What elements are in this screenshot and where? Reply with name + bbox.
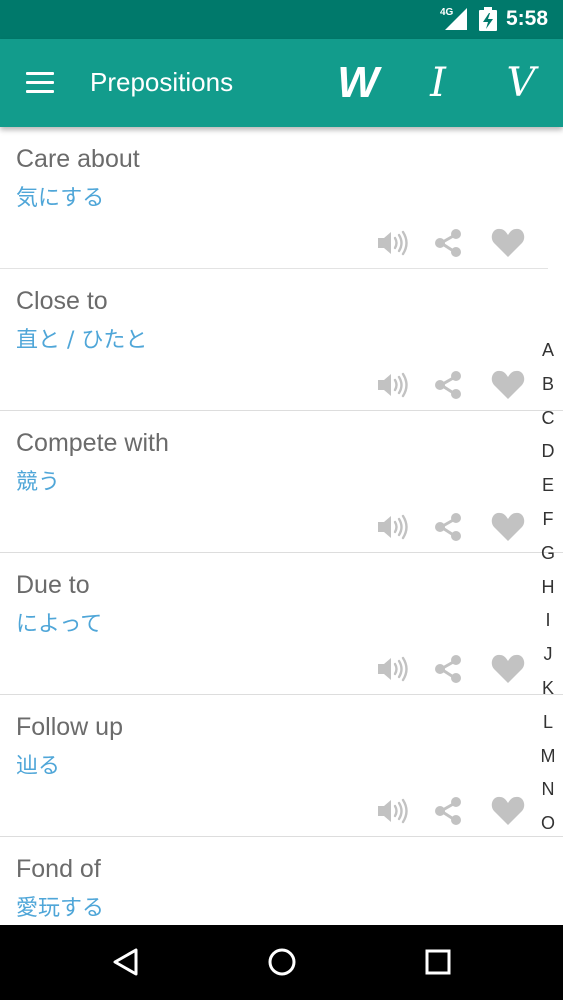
page-title: Prepositions xyxy=(90,67,234,97)
index-letter[interactable]: F xyxy=(530,503,563,537)
word-title: Close to xyxy=(16,287,108,315)
index-letter[interactable]: P xyxy=(530,841,563,850)
word-title: Care about xyxy=(16,145,140,173)
list-item[interactable]: Care about 気にする xyxy=(0,127,548,269)
word-title: Due to xyxy=(16,571,90,599)
signal-icon xyxy=(445,8,467,30)
index-letter[interactable]: E xyxy=(530,469,563,503)
heart-icon[interactable] xyxy=(490,651,526,687)
word-list[interactable]: Care about 気にする Close to 直と / ひたと Compet… xyxy=(0,127,563,925)
recents-icon[interactable] xyxy=(418,942,458,982)
share-icon[interactable] xyxy=(430,225,466,261)
home-icon[interactable] xyxy=(262,942,302,982)
status-time: 5:58 xyxy=(506,7,549,30)
menu-icon[interactable] xyxy=(24,72,56,94)
heart-icon[interactable] xyxy=(490,367,526,403)
app-bar: Prepositions W I V xyxy=(0,39,563,127)
index-letter[interactable]: H xyxy=(530,571,563,605)
index-letter[interactable]: J xyxy=(530,638,563,672)
v-mode-button[interactable]: V xyxy=(493,55,549,111)
index-letter[interactable]: K xyxy=(530,672,563,706)
speaker-icon[interactable] xyxy=(374,651,410,687)
speaker-icon[interactable] xyxy=(374,225,410,261)
list-item[interactable]: Due to によって xyxy=(0,553,563,695)
index-letter[interactable]: A xyxy=(530,334,563,368)
word-translation: によって xyxy=(16,612,103,637)
battery-charging-icon xyxy=(479,7,497,31)
speaker-icon[interactable] xyxy=(374,367,410,403)
share-icon[interactable] xyxy=(430,367,466,403)
word-translation: 直と / ひたと xyxy=(16,328,148,353)
status-bar: 4G 5:58 xyxy=(0,0,563,39)
speaker-icon[interactable] xyxy=(374,793,410,829)
index-letter[interactable]: N xyxy=(530,773,563,807)
list-item[interactable]: Compete with 競う xyxy=(0,411,563,553)
heart-icon[interactable] xyxy=(490,509,526,545)
screen: 4G 5:58 Prepositions W I V Care about 気に… xyxy=(0,0,563,1000)
index-letter[interactable]: I xyxy=(530,604,563,638)
back-icon[interactable] xyxy=(106,942,146,982)
heart-icon[interactable] xyxy=(490,793,526,829)
w-mode-button[interactable]: W xyxy=(330,55,386,111)
heart-icon[interactable] xyxy=(490,225,526,261)
list-item[interactable]: Fond of 愛玩する xyxy=(0,837,563,925)
word-translation: 愛玩する xyxy=(16,896,105,921)
index-letter[interactable]: G xyxy=(530,537,563,571)
index-letter[interactable]: O xyxy=(530,807,563,841)
word-translation: 気にする xyxy=(16,186,105,211)
index-letter[interactable]: M xyxy=(530,740,563,774)
speaker-icon[interactable] xyxy=(374,509,410,545)
alphabet-index[interactable]: A B C D E F G H I J K L M N O P xyxy=(530,334,563,850)
index-letter[interactable]: B xyxy=(530,368,563,402)
word-translation: 辿る xyxy=(16,754,61,779)
list-item[interactable]: Follow up 辿る xyxy=(0,695,563,837)
navigation-bar xyxy=(0,925,563,1000)
index-letter[interactable]: L xyxy=(530,706,563,740)
list-item[interactable]: Close to 直と / ひたと xyxy=(0,269,563,411)
i-mode-button[interactable]: I xyxy=(410,55,466,111)
share-icon[interactable] xyxy=(430,793,466,829)
share-icon[interactable] xyxy=(430,509,466,545)
word-title: Fond of xyxy=(16,855,101,883)
index-letter[interactable]: D xyxy=(530,435,563,469)
word-title: Compete with xyxy=(16,429,169,457)
word-title: Follow up xyxy=(16,713,123,741)
word-translation: 競う xyxy=(16,470,61,495)
share-icon[interactable] xyxy=(430,651,466,687)
index-letter[interactable]: C xyxy=(530,402,563,436)
